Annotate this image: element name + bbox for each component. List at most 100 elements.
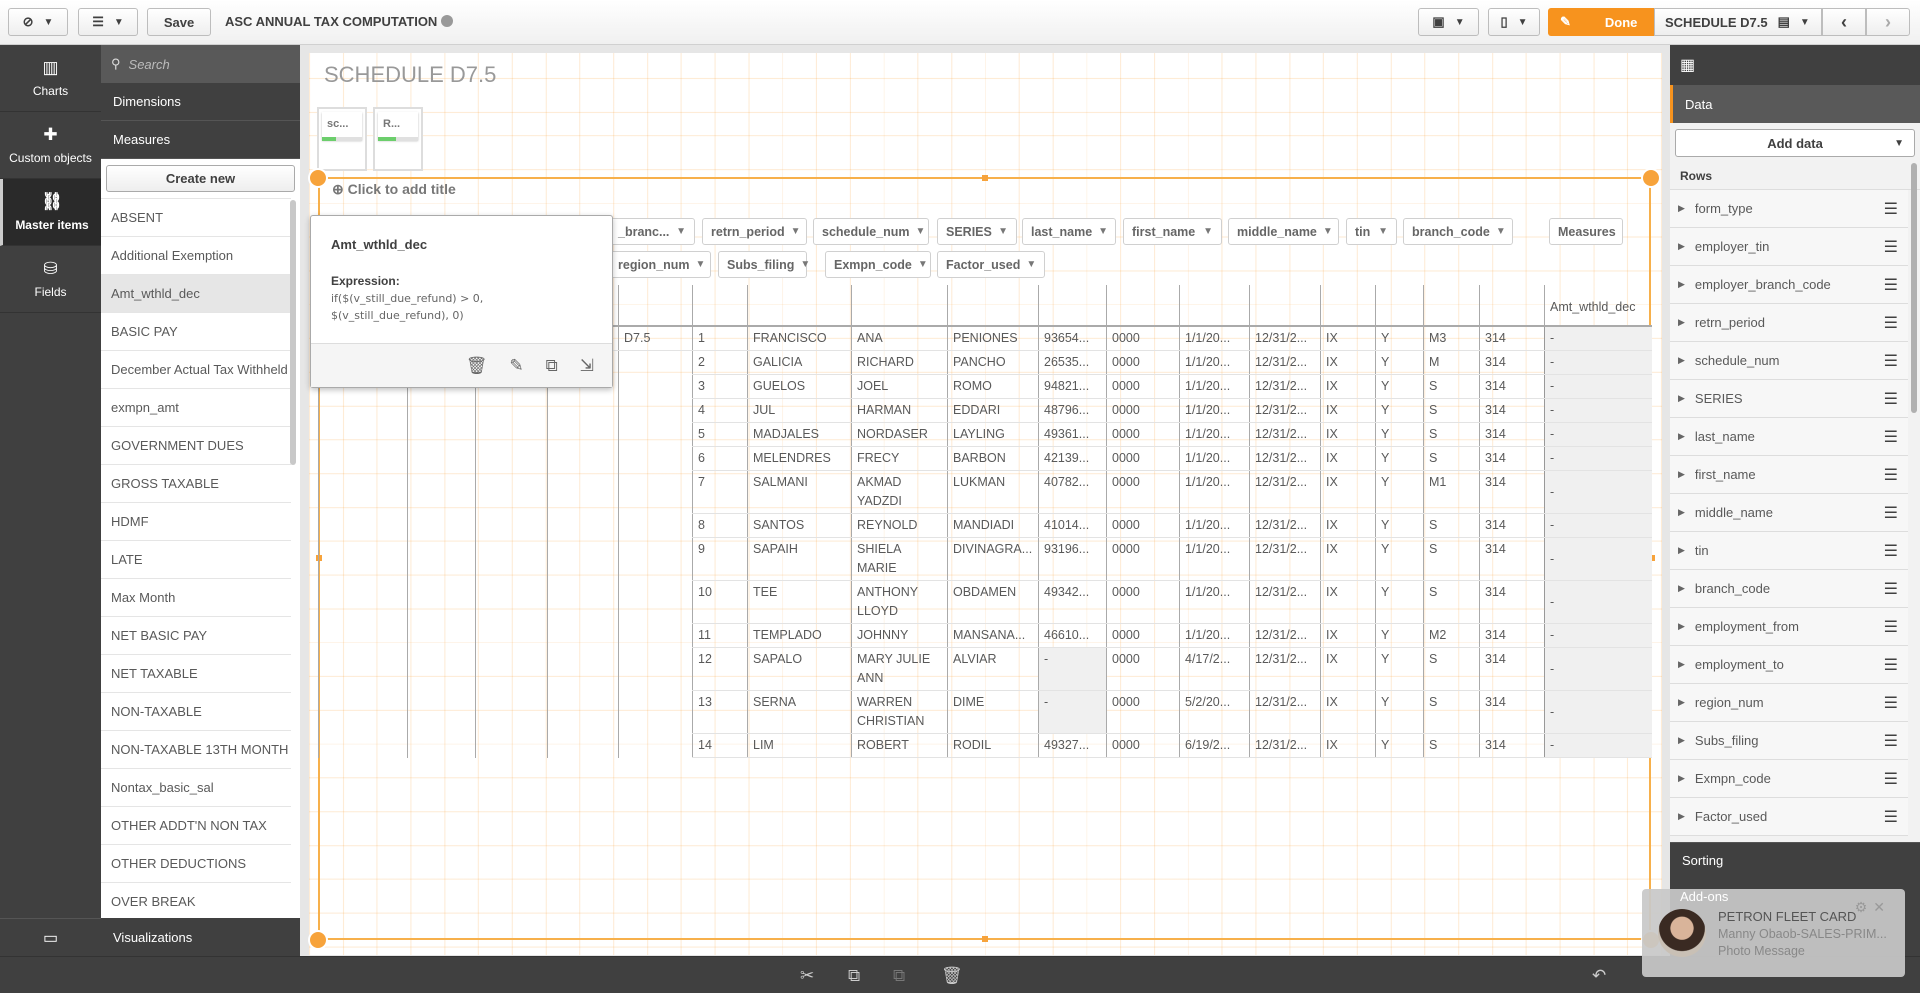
measure-item[interactable]: Amt_wthld_dec: [101, 274, 291, 312]
measure-item[interactable]: NET BASIC PAY: [101, 616, 291, 654]
table-cell[interactable]: Y: [1375, 623, 1424, 648]
drag-handle-icon[interactable]: ☰: [1884, 807, 1898, 827]
table-cell[interactable]: IX: [1320, 537, 1376, 581]
table-row[interactable]: 9 SAPAIH SHIELA MARIE DIVINAGRA... 93196... 0…: [318, 537, 1652, 581]
row-field-item[interactable]: ▶ employment_to ☰: [1670, 646, 1908, 684]
table-cell[interactable]: FRANCISCO: [747, 326, 852, 351]
expand-arrow-icon[interactable]: ▶: [1678, 507, 1685, 518]
table-cell[interactable]: 1/1/20...: [1179, 513, 1250, 538]
table-cell[interactable]: ALVIAR: [947, 647, 1039, 691]
scrollbar[interactable]: [1911, 163, 1917, 413]
table-cell[interactable]: [618, 470, 693, 514]
table-cell[interactable]: S: [1423, 537, 1480, 581]
table-cell[interactable]: Y: [1375, 374, 1424, 399]
table-cell[interactable]: 0000: [1106, 513, 1180, 538]
table-cell[interactable]: SAPALO: [747, 647, 852, 691]
table-cell[interactable]: 314: [1479, 580, 1545, 624]
table-cell[interactable]: 1/1/20...: [1179, 398, 1250, 423]
row-field-item[interactable]: ▶ employer_tin ☰: [1670, 228, 1908, 266]
measure-item[interactable]: Additional Exemption: [101, 236, 291, 274]
table-cell[interactable]: 0000: [1106, 537, 1180, 581]
table-cell[interactable]: [618, 623, 693, 648]
measure-cell[interactable]: -: [1544, 350, 1652, 375]
drag-handle-icon[interactable]: ☰: [1884, 769, 1898, 789]
expand-arrow-icon[interactable]: ▶: [1678, 583, 1685, 594]
measure-item[interactable]: GOVERNMENT DUES: [101, 426, 291, 464]
table-cell[interactable]: 1/1/20...: [1179, 374, 1250, 399]
row-field-item[interactable]: ▶ first_name ☰: [1670, 456, 1908, 494]
measure-item[interactable]: December Actual Tax Withheld: [101, 350, 291, 388]
filter-chip[interactable]: Exmpn_code ▼: [825, 251, 931, 278]
expand-arrow-icon[interactable]: ▶: [1678, 393, 1685, 404]
save-button[interactable]: Save: [147, 8, 211, 36]
table-cell[interactable]: 42139...: [1038, 446, 1107, 471]
nav-custom-objects[interactable]: ✚ Custom objects: [0, 112, 101, 179]
table-cell[interactable]: S: [1423, 398, 1480, 423]
table-cell[interactable]: 314: [1479, 513, 1545, 538]
expand-arrow-icon[interactable]: ▶: [1678, 279, 1685, 290]
drag-handle-icon[interactable]: ☰: [1884, 465, 1898, 485]
table-cell[interactable]: 49342...: [1038, 580, 1107, 624]
expand-arrow-icon[interactable]: ▶: [1678, 203, 1685, 214]
table-cell[interactable]: Y: [1375, 470, 1424, 514]
create-new-button[interactable]: Create new: [106, 165, 295, 192]
measure-cell[interactable]: -: [1544, 513, 1652, 538]
row-field-item[interactable]: ▶ employment_from ☰: [1670, 608, 1908, 646]
add-data-button[interactable]: Add data ▼: [1675, 129, 1915, 157]
table-cell[interactable]: 41014...: [1038, 513, 1107, 538]
table-cell[interactable]: IX: [1320, 513, 1376, 538]
expand-arrow-icon[interactable]: ▶: [1678, 317, 1685, 328]
table-cell[interactable]: 12/31/2...: [1249, 647, 1321, 691]
filter-pane-thumbnail[interactable]: sc...: [317, 107, 367, 171]
table-row[interactable]: 12 SAPALO MARY JULIE ANN ALVIAR - 0000 4/17/2.…: [318, 647, 1652, 691]
table-cell[interactable]: IX: [1320, 623, 1376, 648]
table-cell[interactable]: Y: [1375, 647, 1424, 691]
table-cell[interactable]: 5/2/20...: [1179, 690, 1250, 734]
table-cell[interactable]: 12/31/2...: [1249, 350, 1321, 375]
nav-fields[interactable]: ⛁ Fields: [0, 246, 101, 313]
table-cell[interactable]: MELENDRES: [747, 446, 852, 471]
table-cell[interactable]: 1/1/20...: [1179, 446, 1250, 471]
measure-cell[interactable]: -: [1544, 446, 1652, 471]
table-cell[interactable]: 0000: [1106, 623, 1180, 648]
table-row[interactable]: 7 SALMANI AKMAD YADZDI LUKMAN 40782... 0000 1/…: [318, 470, 1652, 514]
table-cell[interactable]: PENIONES: [947, 326, 1039, 351]
table-cell[interactable]: Y: [1375, 733, 1424, 758]
table-cell[interactable]: MADJALES: [747, 422, 852, 447]
table-cell[interactable]: 4: [692, 398, 748, 423]
table-row[interactable]: 11 TEMPLADO JOHNNY MANSANA... 46610... 0000 1/…: [318, 623, 1652, 648]
table-cell[interactable]: ANTHONY LLOYD: [851, 580, 948, 624]
table-cell[interactable]: 314: [1479, 623, 1545, 648]
drag-handle-icon[interactable]: ☰: [1884, 351, 1898, 371]
table-cell[interactable]: 12/31/2...: [1249, 690, 1321, 734]
table-cell[interactable]: 0000: [1106, 733, 1180, 758]
resize-corner-icon[interactable]: [1641, 168, 1661, 188]
scrollbar[interactable]: [290, 200, 296, 465]
table-cell[interactable]: S: [1423, 446, 1480, 471]
more-icon[interactable]: [440, 15, 453, 27]
filter-chip[interactable]: region_num ▼: [609, 251, 711, 278]
table-cell[interactable]: PANCHO: [947, 350, 1039, 375]
table-cell[interactable]: TEE: [747, 580, 852, 624]
table-cell[interactable]: SANTOS: [747, 513, 852, 538]
table-cell[interactable]: WARREN CHRISTIAN: [851, 690, 948, 734]
table-cell[interactable]: M: [1423, 350, 1480, 375]
table-cell[interactable]: 12/31/2...: [1249, 398, 1321, 423]
table-cell[interactable]: HARMAN: [851, 398, 948, 423]
row-field-item[interactable]: ▶ employer_branch_code ☰: [1670, 266, 1908, 304]
table-cell[interactable]: 9: [692, 537, 748, 581]
measure-item[interactable]: OTHER ADDT'N NON TAX: [101, 806, 291, 844]
edit-icon[interactable]: ✎: [509, 356, 523, 376]
expand-arrow-icon[interactable]: ▶: [1678, 469, 1685, 480]
row-field-item[interactable]: ▶ form_type ☰: [1670, 190, 1908, 228]
measure-cell[interactable]: -: [1544, 537, 1652, 581]
table-cell[interactable]: -: [1038, 647, 1107, 691]
drag-handle-icon[interactable]: ☰: [1884, 313, 1898, 333]
undo-icon[interactable]: ↶: [1592, 966, 1606, 986]
table-cell[interactable]: RICHARD: [851, 350, 948, 375]
table-cell[interactable]: GUELOS: [747, 374, 852, 399]
filter-chip[interactable]: _branc... ▼: [609, 218, 695, 245]
table-cell[interactable]: IX: [1320, 733, 1376, 758]
sheet-title[interactable]: SCHEDULE D7.5: [324, 62, 496, 88]
visualizations-button[interactable]: Visualizations: [101, 918, 300, 956]
